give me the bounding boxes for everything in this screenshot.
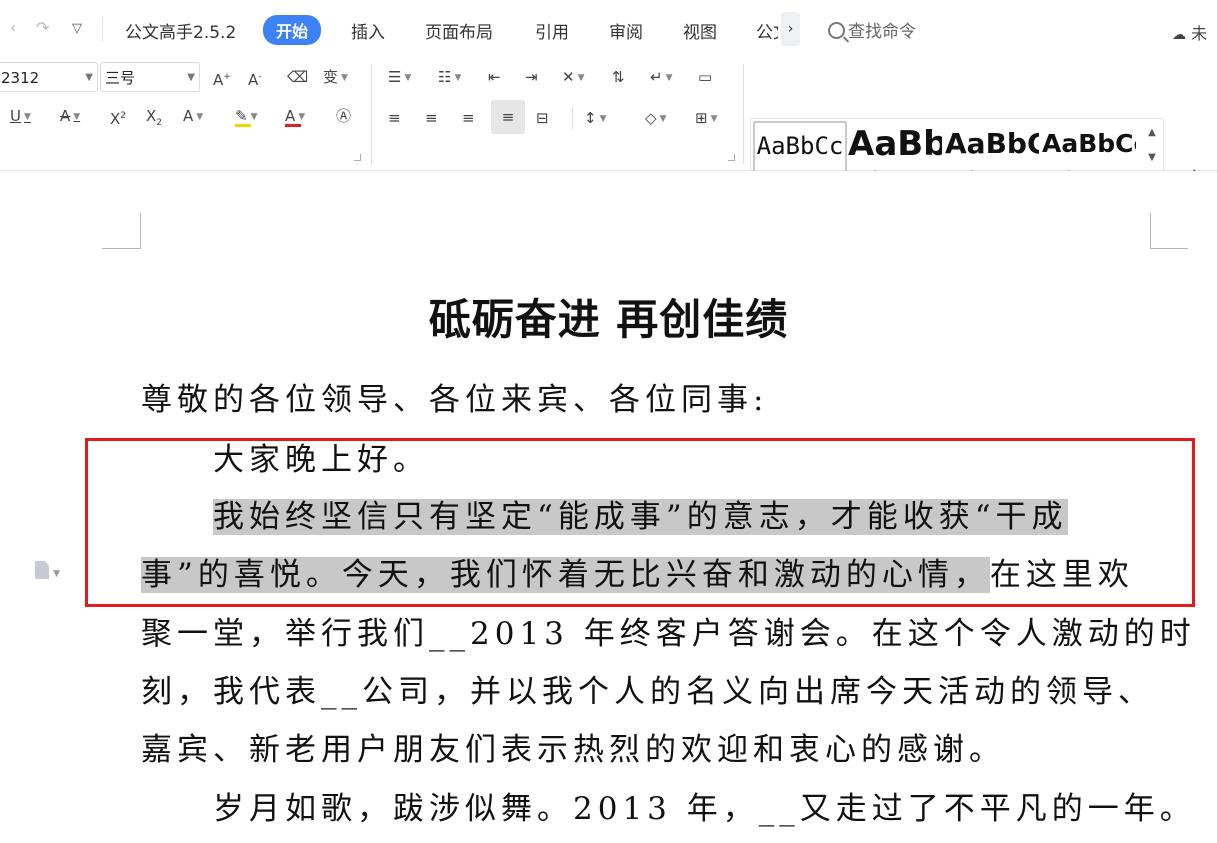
command-search[interactable]: 查找命令 [828,17,916,42]
distributed-align-button[interactable]: ⊟ [536,106,549,130]
search-placeholder: 查找命令 [848,22,916,42]
paragraph-line: 嘉宾、新老用户朋友们表示热烈的欢迎和衷心的感谢。 [141,732,1005,768]
paragraph-line: 岁月如歌，跋涉似舞。2013 年，__又走过了不平凡的一年。 [213,791,1196,827]
search-icon [828,22,845,39]
shading-button[interactable]: ◇ ▼ [645,106,666,130]
menu-separator [102,17,103,41]
chevron-down-icon: ▼ [187,72,195,83]
annotation-highlight-box [85,438,1195,607]
font-dialog-launcher[interactable] [354,154,361,161]
paragraph-handle[interactable]: ▼ [35,561,60,580]
align-left-button[interactable]: ≡ [388,106,401,130]
highlighter-icon: ✎ [235,107,248,125]
tab-page-layout[interactable]: 页面布局 [425,18,493,43]
ribbon-home: 2312 ▼ 三号 ▼ A+ A- ⌫ 变 ▼ U ▼ A ▼ X2 X2 A ▼ ✎ ▼… [0,58,1217,214]
shrink-font-button[interactable]: A- [248,65,262,89]
cloud-sync-status[interactable]: ☁ 未 [1172,20,1207,44]
separator [572,108,573,130]
font-size-value: 三号 [105,69,136,87]
font-size-select[interactable]: 三号 ▼ [100,62,200,92]
chevron-up-icon[interactable]: ▲ [1143,120,1161,145]
page-corner-mark [1150,248,1188,249]
text-effect-button[interactable]: A ▼ [183,104,203,128]
borders-button[interactable]: ⊞ ▼ [695,106,718,130]
subscript-button[interactable]: X2 [146,104,162,128]
page-corner-mark [140,213,141,249]
align-center-button[interactable]: ≡ [425,106,438,130]
chevron-down-icon: ▼ [53,569,61,579]
document-page[interactable]: 砥砺奋进 再创佳绩 尊敬的各位领导、各位来宾、各位同事: 大家晚上好。 我始终坚… [0,171,1217,843]
font-color-button[interactable]: A ▼ [285,104,305,128]
font-color-swatch [285,124,301,127]
paragraph-line: 聚一堂，举行我们__2013 年终客户答谢会。在这个令人激动的时 [141,616,1196,652]
increase-indent-button[interactable]: ⇥ [525,65,538,89]
justify-button[interactable]: ≡ [491,100,525,134]
chinese-layout-button[interactable]: ✕ ▼ [562,65,585,89]
cloud-icon: ☁ [1172,27,1186,43]
tabs-scroll-right-button[interactable]: › [781,12,800,46]
tab-home[interactable]: 开始 [263,15,322,45]
chevron-down-icon[interactable]: ▼ [1143,145,1161,170]
underline-button[interactable]: U ▼ [10,104,31,128]
grow-font-button[interactable]: A+ [213,65,231,89]
highlight-color-swatch [235,124,251,127]
style-preview: AaBbCc [1042,129,1136,158]
paragraph-dialog-launcher[interactable] [728,154,735,161]
tab-references[interactable]: 引用 [535,18,569,43]
tab-addin-gongwen[interactable]: 公文高手2.5.2 [125,18,236,43]
style-preview: AaBb [848,124,942,163]
align-right-button[interactable]: ≡ [462,106,475,130]
tab-insert[interactable]: 插入 [351,18,385,43]
strikethrough-button[interactable]: A ▼ [60,104,80,128]
line-spacing-button[interactable]: ↕ ▼ [584,106,607,130]
decrease-indent-button[interactable]: ⇤ [488,65,501,89]
clear-format-icon[interactable]: ⌫ [287,65,308,89]
phonetic-guide-button[interactable]: 变 ▼ [323,65,348,89]
customize-toolbar-icon[interactable]: ▽ [72,21,82,36]
font-name-select[interactable]: 2312 ▼ [0,62,98,92]
show-marks-button[interactable]: ↵ ▼ [650,65,673,89]
superscript-button[interactable]: X2 [110,104,126,128]
tab-review[interactable]: 审阅 [609,18,643,43]
document-icon [35,561,49,579]
numbering-button[interactable]: ☷ ▼ [438,65,461,89]
tab-view[interactable]: 视图 [683,18,717,43]
redo-icon[interactable]: ↷ [36,18,49,37]
style-preview: AaBbCc [756,132,844,160]
chevron-down-icon: ▼ [85,72,93,83]
style-preview: AaBbC [945,127,1039,160]
tab-gongwen[interactable]: 公文 [756,18,778,43]
undo-dropdown-icon[interactable]: ‹ [10,18,16,37]
ruler-button[interactable]: ▭ [698,65,712,89]
document-title: 砥砺奋进 再创佳绩 [428,295,789,344]
group-separator [371,64,372,164]
sort-button[interactable]: ⇅ [612,65,625,89]
highlight-button[interactable]: ✎ ▼ [235,104,258,128]
bullets-button[interactable]: ☰ ▼ [388,65,411,89]
paragraph-line: 刻，我代表__公司，并以我个人的名义向出席今天活动的领导、 [141,674,1154,710]
page-corner-mark [1150,213,1151,249]
menu-bar: ‹ ↷ ▽ 公文高手2.5.2 开始 插入 页面布局 引用 审阅 视图 公文 ›… [0,0,1217,58]
font-name-value: 2312 [1,69,40,87]
character-border-button[interactable]: Ⓐ [336,104,351,128]
group-separator [743,64,744,164]
salutation: 尊敬的各位领导、各位来宾、各位同事: [141,382,769,418]
font-color-icon: A [285,107,296,125]
cloud-status-label: 未 [1191,24,1208,43]
page-corner-mark [102,248,140,249]
